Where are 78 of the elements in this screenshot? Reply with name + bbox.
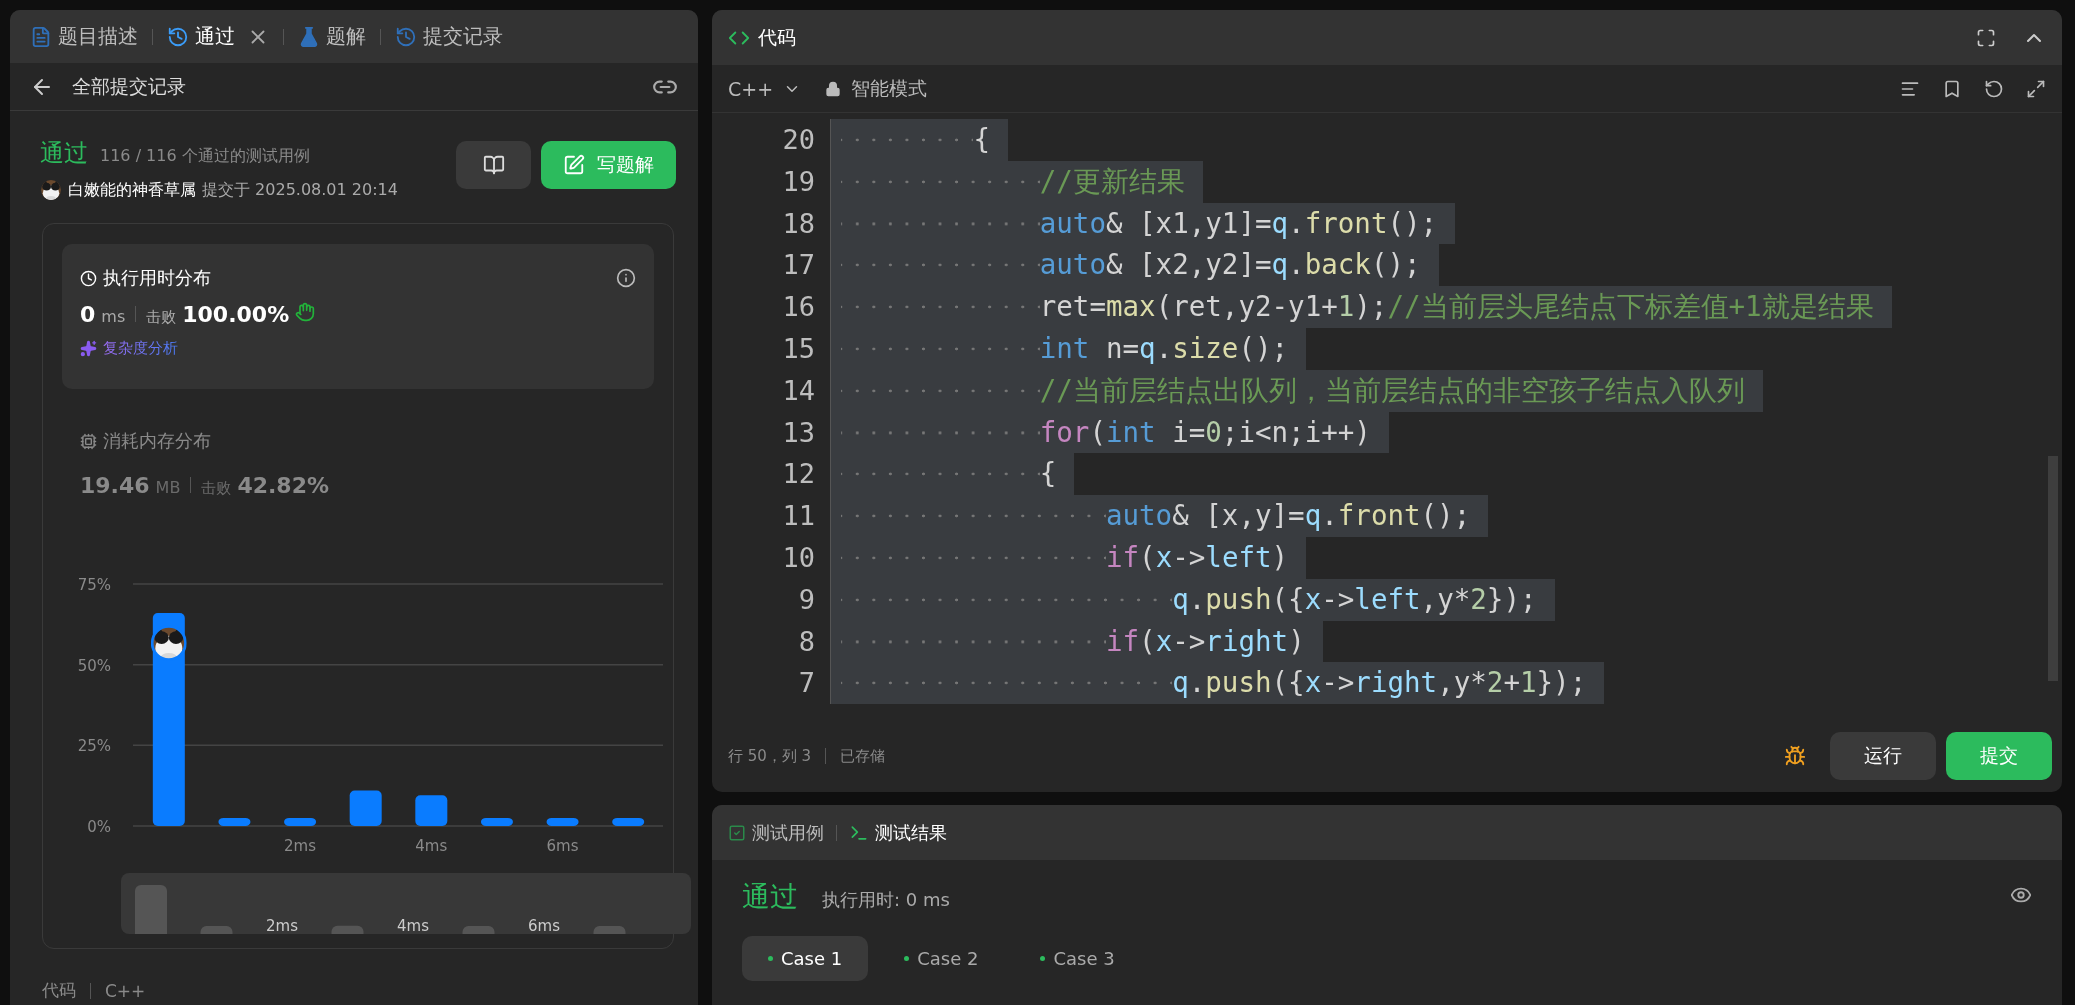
- panel-title: 代码: [758, 24, 796, 50]
- book-button[interactable]: [456, 141, 531, 189]
- bar: [284, 817, 317, 826]
- status-text: 通过: [40, 138, 88, 169]
- beats-value: 100.00%: [182, 302, 290, 327]
- overview-bar: [135, 885, 167, 934]
- y-axis-label: 50%: [77, 656, 111, 675]
- x-axis-label: 2ms: [284, 837, 317, 855]
- info-icon[interactable]: [616, 268, 636, 288]
- fullscreen-icon[interactable]: [1976, 27, 1996, 48]
- history-icon: [395, 25, 417, 48]
- x-axis-label: 6ms: [546, 837, 579, 855]
- code-label: 代码: [42, 979, 76, 1002]
- back-link[interactable]: 全部提交记录: [72, 73, 634, 100]
- document-icon: [30, 25, 52, 48]
- cursor-position: 行 50，列 3: [728, 746, 812, 766]
- y-axis-label: 75%: [77, 576, 111, 594]
- language-label: C++: [105, 980, 146, 1001]
- overview-label: 6ms: [528, 917, 560, 934]
- test-summary: 116 / 116 个通过的测试用例: [100, 146, 310, 167]
- user-name[interactable]: 白嫩能的神香草属: [68, 179, 196, 201]
- tab[interactable]: 测试结果: [849, 820, 947, 845]
- overview-bar: [462, 926, 495, 934]
- runtime-value: 0: [80, 302, 96, 327]
- memory-title: 消耗内存分布: [103, 429, 211, 453]
- tab[interactable]: 测试用例: [728, 820, 824, 845]
- checkbox-icon: [728, 823, 746, 842]
- case-tab[interactable]: Case 3: [1014, 936, 1141, 981]
- overview-label: 2ms: [266, 917, 298, 934]
- y-axis-label: 25%: [77, 737, 111, 756]
- book-icon: [482, 154, 505, 176]
- bar: [415, 795, 448, 826]
- undo-icon[interactable]: [1984, 78, 2004, 99]
- bar: [612, 817, 645, 826]
- case-tab[interactable]: Case 1: [742, 936, 869, 981]
- sparkle-icon: [80, 340, 97, 357]
- runtime-unit: ms: [101, 307, 126, 326]
- case-tab[interactable]: Case 2: [878, 936, 1005, 981]
- tab[interactable]: 提交记录: [395, 23, 503, 50]
- chip-icon: [80, 432, 97, 450]
- overview-bar: [200, 926, 233, 934]
- beats-label: 击败: [146, 308, 177, 327]
- save-status: 已存储: [840, 746, 886, 766]
- bar: [349, 790, 382, 826]
- tab[interactable]: 题解: [298, 23, 366, 50]
- overview-bar: [331, 925, 364, 934]
- runtime-card[interactable]: 执行用时分布 0 ms 击败 100.00% 复杂度分析: [62, 244, 654, 389]
- tab[interactable]: 题目描述: [30, 23, 138, 50]
- flask-icon: [298, 25, 320, 48]
- tab[interactable]: 通过: [167, 23, 269, 50]
- edit-icon: [563, 154, 585, 176]
- bug-icon[interactable]: [1784, 745, 1806, 767]
- history-icon: [167, 25, 189, 48]
- x-axis-label: 4ms: [415, 837, 448, 855]
- beats-label: 击败: [201, 479, 232, 498]
- overview-label: 4ms: [397, 917, 429, 934]
- mode-label[interactable]: 智能模式: [851, 75, 928, 102]
- hand-icon: [295, 302, 316, 322]
- run-button[interactable]: 运行: [1830, 732, 1936, 780]
- clock-icon: [80, 269, 97, 287]
- expand-icon[interactable]: [2026, 78, 2046, 99]
- bar: [480, 817, 513, 826]
- language-select[interactable]: C++: [728, 77, 774, 100]
- overview-strip[interactable]: 2ms 4ms 6ms: [121, 873, 691, 934]
- overview-bar: [593, 926, 626, 934]
- memory-unit: MB: [155, 478, 181, 497]
- runtime-text: 执行用时: 0 ms: [822, 888, 950, 912]
- bar: [546, 817, 579, 826]
- runtime-title: 执行用时分布: [103, 266, 211, 290]
- bookmark-icon[interactable]: [1942, 78, 1962, 99]
- bar: [218, 817, 251, 826]
- result-status: 通过: [742, 879, 798, 915]
- beats-value: 42.82%: [237, 473, 329, 498]
- lock-icon: [825, 80, 842, 97]
- scrollbar-thumb[interactable]: [2048, 456, 2058, 681]
- memory-value: 19.46: [80, 473, 150, 498]
- submit-time: 提交于 2025.08.01 20:14: [202, 179, 398, 201]
- y-axis-label: 0%: [87, 818, 111, 836]
